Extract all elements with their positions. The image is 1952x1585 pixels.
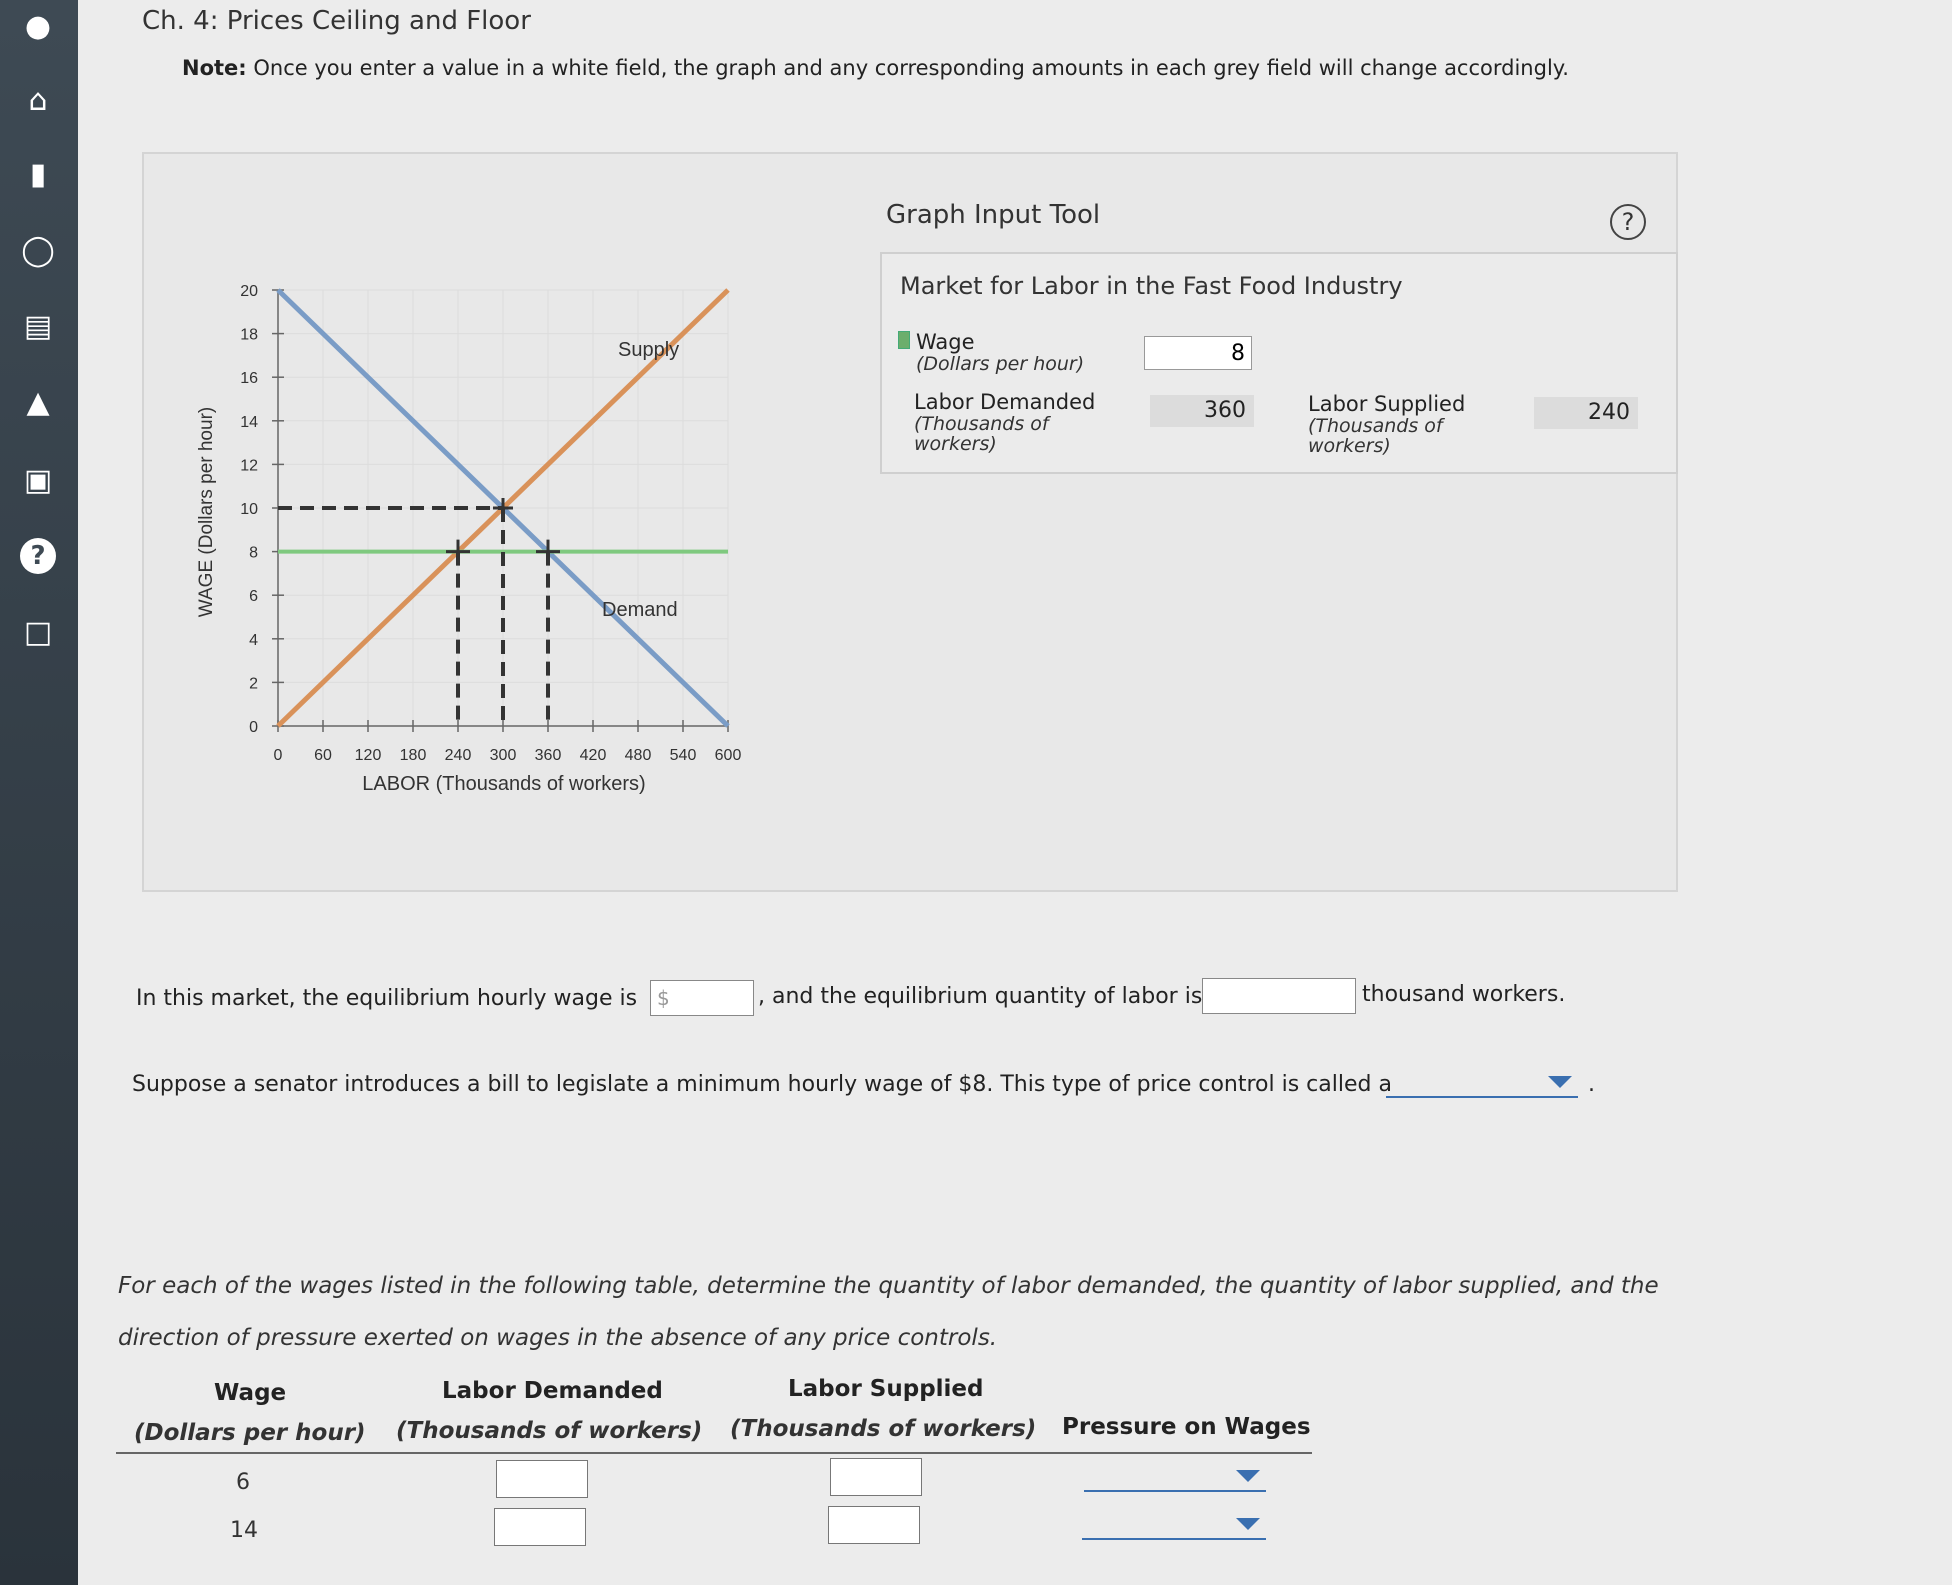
row-2-pressure-dropdown[interactable] (1082, 1510, 1266, 1540)
note-label: Note: (182, 56, 247, 80)
graph-tool-title: Graph Input Tool (886, 200, 1101, 230)
question2-period: . (1588, 1072, 1595, 1097)
y-axis-label: WAGE (Dollars per hour) (196, 407, 217, 617)
y-tick-label: 10 (240, 501, 258, 518)
x-tick-label: 360 (535, 747, 562, 764)
note: Note: Once you enter a value in a white … (182, 56, 1569, 80)
feedback-icon[interactable]: □ (14, 608, 62, 656)
notebook-icon[interactable]: ▮ (14, 150, 62, 198)
row-2-labor-supplied-input[interactable] (828, 1506, 920, 1544)
labor-demanded-label-group: Labor Demanded (Thousands of workers) (914, 390, 1095, 454)
x-tick-label: 0 (274, 747, 283, 764)
y-tick-label: 20 (240, 283, 258, 300)
x-tick-label: 420 (580, 747, 607, 764)
x-tick-label: 120 (355, 747, 382, 764)
row-2-wage: 14 (230, 1518, 258, 1543)
question1-text-c: thousand workers. (1362, 982, 1566, 1007)
wage-sublabel: (Dollars per hour) (916, 353, 1085, 375)
x-tick-label: 600 (715, 747, 742, 764)
th-wage: Wage (214, 1380, 287, 1406)
th-labor-demanded: Labor Demanded (442, 1378, 663, 1404)
labor-supplied-value: 240 (1534, 397, 1638, 429)
question2-text: Suppose a senator introduces a bill to l… (132, 1072, 1392, 1097)
wage-label: Wage (916, 330, 975, 354)
th-wage-sub: (Dollars per hour) (134, 1420, 366, 1446)
y-tick-label: 12 (240, 457, 258, 474)
x-axis-label: LABOR (Thousands of workers) (362, 773, 645, 795)
y-tick-label: 14 (240, 414, 258, 431)
y-tick-label: 18 (240, 327, 258, 344)
y-tick-label: 8 (249, 545, 258, 562)
row-1-pressure-dropdown[interactable] (1084, 1462, 1266, 1492)
home-icon[interactable]: ⌂ (14, 76, 62, 124)
row-2-labor-demanded-input[interactable] (494, 1508, 586, 1546)
th-labor-demanded-sub: (Thousands of workers) (396, 1418, 703, 1444)
compass-icon[interactable]: ◯ (14, 226, 62, 274)
dollar-sign: $ (657, 986, 670, 1010)
x-tick-label: 240 (445, 747, 472, 764)
th-pressure-on-wages: Pressure on Wages (1062, 1414, 1311, 1440)
x-tick-label: 540 (670, 747, 697, 764)
labor-demanded-sub1: (Thousands of (914, 413, 1049, 435)
wage-label-group: Wage (Dollars per hour) (898, 330, 1084, 374)
labor-supplied-label: Labor Supplied (1308, 392, 1466, 416)
x-tick-label: 480 (625, 747, 652, 764)
labor-supplied-sub2: workers) (1308, 435, 1391, 457)
wage-input[interactable] (1144, 336, 1252, 370)
row-1-labor-supplied-input[interactable] (830, 1458, 922, 1496)
table-instructions: For each of the wages listed in the foll… (118, 1273, 1659, 1351)
th-labor-supplied-sub: (Thousands of workers) (730, 1416, 1037, 1442)
labor-demanded-label: Labor Demanded (914, 390, 1096, 414)
x-tick-label: 60 (314, 747, 332, 764)
price-control-dropdown[interactable] (1386, 1068, 1578, 1098)
chevron-down-icon (1548, 1076, 1572, 1088)
chevron-down-icon (1236, 1470, 1260, 1482)
book-icon[interactable]: ▤ (14, 302, 62, 350)
th-labor-supplied: Labor Supplied (788, 1376, 984, 1402)
chevron-down-icon (1236, 1518, 1260, 1530)
y-tick-label: 16 (240, 370, 258, 387)
question1-text-b: , and the equilibrium quantity of labor … (758, 984, 1203, 1009)
graduation-cap-icon[interactable]: ▲ (14, 378, 62, 426)
question1-text-a: In this market, the equilibrium hourly w… (136, 986, 638, 1011)
market-title: Market for Labor in the Fast Food Indust… (900, 272, 1403, 300)
labor-demanded-value: 360 (1150, 395, 1254, 427)
labor-supplied-sub1: (Thousands of (1308, 415, 1443, 437)
x-tick-label: 180 (400, 747, 427, 764)
help-button[interactable]: ? (1610, 204, 1646, 240)
page-title: Ch. 4: Prices Ceiling and Floor (142, 6, 531, 36)
table-header-rule (116, 1452, 1312, 1454)
y-tick-label: 0 (249, 719, 258, 736)
row-1-labor-demanded-input[interactable] (496, 1460, 588, 1498)
briefcase-icon[interactable]: ▣ (14, 456, 62, 504)
x-tick-label: 300 (490, 747, 517, 764)
row-1-wage: 6 (236, 1470, 250, 1495)
labor-supplied-label-group: Labor Supplied (Thousands of workers) (1308, 392, 1465, 456)
note-text: Once you enter a value in a white field,… (246, 56, 1569, 80)
help-icon[interactable]: ? (20, 538, 56, 574)
y-tick-label: 2 (249, 675, 258, 692)
equilibrium-wage-input[interactable]: $ (650, 980, 754, 1016)
wage-swatch (898, 331, 910, 349)
y-tick-label: 6 (249, 588, 258, 605)
sidebar: ● ⌂ ▮ ◯ ▤ ▲ ▣ ? □ (0, 0, 78, 1585)
supply-curve-label: Supply (618, 339, 679, 361)
demand-curve-label: Demand (602, 599, 678, 621)
y-tick-label: 4 (249, 632, 258, 649)
equilibrium-quantity-input[interactable] (1202, 978, 1356, 1014)
person-icon[interactable]: ● (14, 2, 62, 50)
labor-demanded-sub2: workers) (914, 433, 997, 455)
